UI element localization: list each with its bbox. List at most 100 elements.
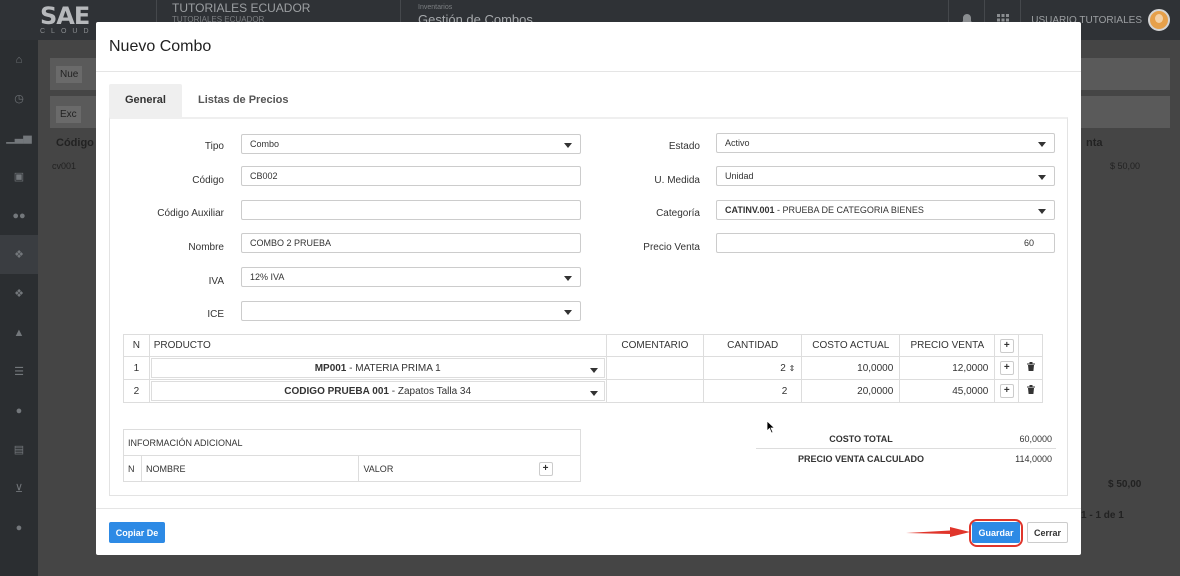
tipo-label: Tipo [204, 141, 224, 152]
precio-calculado-row: PRECIO VENTA CALCULADO 114,0000 [756, 449, 1056, 469]
table-row: 2 CODIGO PRUEBA 001 - Zapatos Talla 34 2… [123, 379, 1043, 403]
cantidad-input[interactable]: 2 [703, 379, 803, 403]
add-info-button[interactable]: + [538, 461, 553, 476]
row-n: 2 [123, 379, 150, 403]
info-col-valor: VALOR [358, 455, 535, 482]
globe-icon[interactable]: ● [0, 391, 38, 430]
list-icon[interactable]: ☰ [0, 352, 38, 391]
person-icon[interactable]: ● [0, 508, 38, 547]
precio-venta-input[interactable]: 60 [716, 233, 1055, 253]
stepper-arrows-icon[interactable]: ⇕ [789, 364, 796, 373]
sidebar: ⌂ ◷ ▁▃▅ ▣ ●● ❖ ❖ ▲ ☰ ● ▤ ⊻ ● [0, 40, 38, 576]
nombre-label: Nombre [188, 242, 224, 253]
close-button[interactable]: Cerrar [1027, 522, 1068, 543]
general-panel: Tipo Combo Código CB002 Código Auxiliar … [109, 117, 1068, 496]
categoria-label: Categoría [656, 208, 700, 219]
col-cantidad: CANTIDAD [703, 334, 803, 357]
cart-icon[interactable]: ⊻ [0, 469, 38, 508]
bg-row-price: $ 50,00 [1110, 161, 1141, 171]
codigo-label: Código [192, 175, 224, 186]
add-cell: + [994, 356, 1020, 380]
bank-icon[interactable]: ▲ [0, 313, 38, 352]
producto-code: CODIGO PRUEBA 001 [284, 386, 389, 397]
producto-name: - Zapatos Talla 34 [388, 386, 472, 397]
col-n: N [123, 334, 150, 357]
trash-icon[interactable] [1026, 385, 1035, 397]
products-table: N PRODUCTO COMENTARIO CANTIDAD COSTO ACT… [123, 334, 1043, 403]
delete-cell [1018, 356, 1043, 380]
nombre-input[interactable]: COMBO 2 PRUEBA [241, 233, 581, 253]
add-row-button[interactable]: + [999, 384, 1014, 398]
costo-total-value: 60,0000 [1019, 433, 1052, 444]
codigo-aux-input[interactable] [241, 200, 581, 220]
comentario-input[interactable] [605, 356, 705, 380]
precio-calculado-label: PRECIO VENTA CALCULADO [798, 454, 924, 464]
ice-select[interactable] [241, 301, 581, 321]
producto-code: MP001 [314, 363, 347, 374]
codigo-aux-label: Código Auxiliar [157, 208, 224, 219]
home-icon[interactable]: ⌂ [0, 40, 38, 79]
precio-venta-input[interactable]: 12,0000 [899, 356, 996, 380]
col-costo-actual: COSTO ACTUAL [801, 334, 901, 357]
tipo-select[interactable]: Combo [241, 134, 581, 154]
chart-icon[interactable]: ▁▃▅ [0, 118, 38, 157]
totals: COSTO TOTAL 60,0000 PRECIO VENTA CALCULA… [756, 429, 1056, 469]
precio-venta-label: Precio Venta [643, 242, 700, 253]
costo-total-row: COSTO TOTAL 60,0000 [756, 429, 1056, 449]
estado-select[interactable]: Activo [716, 133, 1055, 153]
umedida-select[interactable]: Unidad [716, 166, 1055, 186]
bg-col-venta: nta [1086, 137, 1103, 149]
comentario-input[interactable] [605, 379, 705, 403]
producto-select[interactable]: CODIGO PRUEBA 001 - Zapatos Talla 34 [150, 381, 605, 401]
producto-name: - MATERIA PRIMA 1 [346, 363, 441, 374]
producto-cell: CODIGO PRUEBA 001 - Zapatos Talla 34 [148, 379, 607, 403]
tab-general[interactable]: General [109, 84, 182, 117]
producto-select[interactable]: MP001 - MATERIA PRIMA 1 [150, 358, 605, 378]
bg-row-code: cv001 [52, 161, 77, 171]
ice-label: ICE [207, 309, 224, 320]
costo-actual-cell: 10,0000 [801, 356, 901, 380]
tab-price-lists[interactable]: Listas de Precios [182, 84, 305, 117]
bg-new-button[interactable]: Nue [56, 66, 83, 83]
add-product-button[interactable]: + [999, 338, 1014, 353]
info-adicional-title: INFORMACIÓN ADICIONAL [123, 429, 581, 456]
col-producto: PRODUCTO [148, 334, 607, 357]
table-icon[interactable]: ▤ [0, 430, 38, 469]
categoria-name: - PRUEBA DE CATEGORIA BIENES [774, 205, 924, 215]
precio-calculado-value: 114,0000 [1015, 454, 1052, 464]
app-logo[interactable]: SAE [40, 2, 90, 30]
cantidad-stepper[interactable]: 2 ⇕ [703, 356, 803, 380]
company-name: TUTORIALES ECUADOR [172, 1, 311, 15]
iva-label: IVA [208, 276, 224, 287]
users-icon[interactable]: ●● [0, 196, 38, 235]
save-highlight-annotation [969, 519, 1023, 547]
clock-icon[interactable]: ◷ [0, 79, 38, 118]
document-icon[interactable]: ▣ [0, 157, 38, 196]
add-cell: + [994, 379, 1020, 403]
info-adicional-table: INFORMACIÓN ADICIONAL N NOMBRE VALOR + [123, 429, 581, 482]
bg-total: $ 50,00 [1108, 479, 1142, 490]
bg-pagination: 1 - 1 de 1 [1081, 510, 1124, 521]
cubes-icon[interactable]: ❖ [0, 235, 38, 274]
copy-from-button[interactable]: Copiar De [109, 522, 165, 543]
bg-export-button[interactable]: Exc [56, 106, 81, 123]
add-row-button[interactable]: + [999, 361, 1014, 375]
info-add-cell: + [534, 455, 581, 482]
producto-cell: MP001 - MATERIA PRIMA 1 [148, 356, 607, 380]
cubes-alt-icon[interactable]: ❖ [0, 274, 38, 313]
categoria-select[interactable]: CATINV.001 - PRUEBA DE CATEGORIA BIENES [716, 200, 1055, 220]
col-comentario: COMENTARIO [605, 334, 705, 357]
red-arrow-icon [906, 527, 970, 537]
col-empty [1018, 334, 1043, 357]
iva-select[interactable]: 12% IVA [241, 267, 581, 287]
bg-col-codigo: Código [56, 137, 94, 149]
precio-venta-input[interactable]: 45,0000 [899, 379, 996, 403]
codigo-input[interactable]: CB002 [241, 166, 581, 186]
col-precio-venta: PRECIO VENTA [899, 334, 996, 357]
trash-icon[interactable] [1026, 362, 1035, 374]
module-small: Inventarios [418, 4, 453, 11]
info-col-nombre: NOMBRE [140, 455, 360, 482]
app-logo-sub: CLOUD [40, 28, 95, 35]
table-row: 1 MP001 - MATERIA PRIMA 1 2 ⇕ 10,0000 12… [123, 356, 1043, 380]
cantidad-value: 2 [780, 362, 786, 374]
